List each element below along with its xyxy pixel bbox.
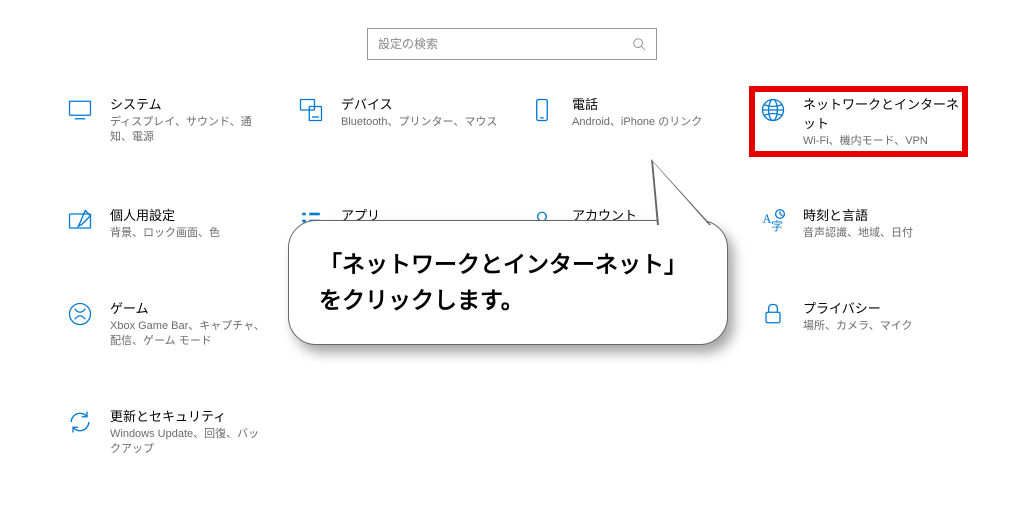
tile-title: 電話 bbox=[572, 94, 729, 113]
lock-icon bbox=[757, 298, 789, 330]
instruction-callout: 「ネットワークとインターネット」をクリックします。 bbox=[288, 220, 728, 345]
personalization-icon bbox=[64, 205, 96, 237]
search-input[interactable] bbox=[378, 37, 632, 51]
tile-desc: Bluetooth、プリンター、マウス bbox=[341, 115, 498, 130]
tile-title: 個人用設定 bbox=[110, 205, 267, 224]
tile-desc: ディスプレイ、サウンド、通知、電源 bbox=[110, 115, 267, 146]
svg-text:A: A bbox=[763, 212, 772, 226]
tile-privacy[interactable]: プライバシー 場所、カメラ、マイク bbox=[753, 294, 964, 354]
svg-text:字: 字 bbox=[771, 219, 782, 233]
globe-icon bbox=[757, 94, 789, 126]
search-container bbox=[0, 0, 1024, 90]
tile-update-security[interactable]: 更新とセキュリティ Windows Update、回復、バックアップ bbox=[60, 402, 271, 462]
system-icon bbox=[64, 94, 96, 126]
tile-desc: 背景、ロック画面、色 bbox=[110, 226, 267, 241]
tile-desc: Android、iPhone のリンク bbox=[572, 115, 729, 130]
phone-icon bbox=[526, 94, 558, 126]
tile-phone[interactable]: 電話 Android、iPhone のリンク bbox=[522, 90, 733, 153]
tile-system[interactable]: システム ディスプレイ、サウンド、通知、電源 bbox=[60, 90, 271, 153]
search-box[interactable] bbox=[367, 28, 657, 60]
gaming-icon bbox=[64, 298, 96, 330]
tile-desc: 場所、カメラ、マイク bbox=[803, 319, 960, 334]
callout-text: 「ネットワークとインターネット」をクリックします。 bbox=[319, 251, 687, 313]
tile-devices[interactable]: デバイス Bluetooth、プリンター、マウス bbox=[291, 90, 502, 153]
tile-time-language[interactable]: A 字 時刻と言語 音声認識、地域、日付 bbox=[753, 201, 964, 245]
tile-desc: Windows Update、回復、バックアップ bbox=[110, 427, 267, 458]
tile-title: ネットワークとインターネット bbox=[803, 94, 960, 132]
tile-title: ゲーム bbox=[110, 298, 267, 317]
tile-desc: 音声認識、地域、日付 bbox=[803, 226, 960, 241]
tile-title: 更新とセキュリティ bbox=[110, 406, 267, 425]
tile-title: デバイス bbox=[341, 94, 498, 113]
tile-title: システム bbox=[110, 94, 267, 113]
tile-personalization[interactable]: 個人用設定 背景、ロック画面、色 bbox=[60, 201, 271, 245]
update-icon bbox=[64, 406, 96, 438]
devices-icon bbox=[295, 94, 327, 126]
tile-desc: Xbox Game Bar、キャプチャ、配信、ゲーム モード bbox=[110, 319, 267, 350]
tile-title: 時刻と言語 bbox=[803, 205, 960, 224]
tile-title: プライバシー bbox=[803, 298, 960, 317]
tile-gaming[interactable]: ゲーム Xbox Game Bar、キャプチャ、配信、ゲーム モード bbox=[60, 294, 271, 354]
time-language-icon: A 字 bbox=[757, 205, 789, 237]
tile-desc: Wi-Fi、機内モード、VPN bbox=[803, 134, 960, 149]
search-icon bbox=[632, 37, 646, 51]
tile-network[interactable]: ネットワークとインターネット Wi-Fi、機内モード、VPN bbox=[753, 90, 964, 153]
